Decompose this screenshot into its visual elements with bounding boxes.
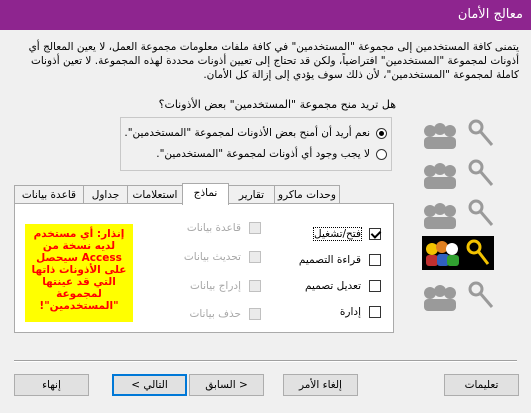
perm-open-run[interactable]: فتح/تشغيل: [313, 227, 381, 241]
tab-database[interactable]: قاعدة بيانات: [14, 185, 84, 203]
tab-queries[interactable]: استعلامات: [127, 185, 183, 203]
warning-note: إنذار: أي مستخدم لديه نسخة من Access سيح…: [25, 224, 133, 322]
users-key-icon[interactable]: [418, 277, 498, 315]
radio-no[interactable]: [376, 148, 387, 160]
help-button[interactable]: تعليمات: [444, 374, 519, 396]
tab-tables[interactable]: جداول: [83, 185, 128, 203]
perm-modify-design-checkbox[interactable]: [369, 280, 381, 292]
perm-open-run-checkbox[interactable]: [369, 228, 381, 240]
tab-reports[interactable]: تقارير: [228, 185, 275, 203]
perm-modify-design-label: تعديل تصميم: [305, 280, 361, 292]
users-key-icon[interactable]: [418, 195, 498, 233]
window-title: معالج الأمان: [457, 7, 523, 22]
perm-delete-data-checkbox[interactable]: [249, 308, 261, 320]
users-key-icon-selected[interactable]: [422, 236, 494, 270]
perm-update-data-label: تحديث بيانات: [183, 251, 241, 263]
permissions-choice-group: نعم أريد أن أمنح بعض الأذونات لمجموعة "ا…: [120, 117, 392, 171]
perm-insert-data-label: إدراج بيانات: [190, 280, 241, 292]
object-type-tabs: وحدات ماكرو تقارير نماذج استعلامات جداول…: [14, 183, 340, 205]
perm-administer[interactable]: إدارة: [340, 306, 381, 318]
intro-text: يتمنى كافة المستخدمين إلى مجموعة "المستخ…: [28, 41, 519, 81]
perm-modify-design[interactable]: تعديل تصميم: [305, 280, 381, 292]
perm-insert-data[interactable]: إدراج بيانات: [190, 280, 261, 292]
perm-administer-label: إدارة: [339, 306, 361, 318]
question-text: هل تريد منح مجموعة "المستخدمين" بعض الأذ…: [158, 98, 396, 111]
perm-read-design-label: قراءة التصميم: [298, 254, 361, 266]
perm-delete-data[interactable]: حذف بيانات: [189, 308, 261, 320]
perm-database-label: قاعدة بيانات: [186, 222, 241, 234]
permissions-panel: إنذار: أي مستخدم لديه نسخة من Access سيح…: [14, 203, 394, 333]
perm-administer-checkbox[interactable]: [369, 306, 381, 318]
users-key-icon[interactable]: [418, 155, 498, 193]
users-key-icon[interactable]: [418, 115, 498, 153]
next-button[interactable]: التالي >: [112, 374, 187, 396]
tab-forms[interactable]: نماذج: [182, 183, 229, 205]
perm-database-checkbox[interactable]: [249, 222, 261, 234]
perm-update-data[interactable]: تحديث بيانات: [184, 251, 261, 263]
button-separator: [14, 360, 517, 362]
perm-read-design[interactable]: قراءة التصميم: [299, 254, 381, 266]
back-button[interactable]: < السابق: [189, 374, 264, 396]
perm-insert-data-checkbox[interactable]: [249, 280, 261, 292]
perm-update-data-checkbox[interactable]: [249, 251, 261, 263]
perm-open-run-label: فتح/تشغيل: [313, 227, 362, 241]
finish-button[interactable]: إنهاء: [14, 374, 89, 396]
radio-yes-row[interactable]: نعم أريد أن أمنح بعض الأذونات لمجموعة "ا…: [124, 127, 387, 139]
radio-yes[interactable]: [376, 127, 387, 139]
perm-delete-data-label: حذف بيانات: [189, 308, 241, 320]
radio-yes-label[interactable]: نعم أريد أن أمنح بعض الأذونات لمجموعة "ا…: [124, 127, 370, 139]
title-bar: معالج الأمان: [0, 0, 531, 30]
radio-no-label[interactable]: لا يجب وجود أي أذونات لمجموعة "المستخدمي…: [156, 148, 370, 160]
perm-read-design-checkbox[interactable]: [369, 254, 381, 266]
tab-macros[interactable]: وحدات ماكرو: [274, 185, 340, 203]
perm-database[interactable]: قاعدة بيانات: [187, 222, 261, 234]
cancel-button[interactable]: إلغاء الأمر: [283, 374, 358, 396]
radio-no-row[interactable]: لا يجب وجود أي أذونات لمجموعة "المستخدمي…: [156, 148, 387, 160]
